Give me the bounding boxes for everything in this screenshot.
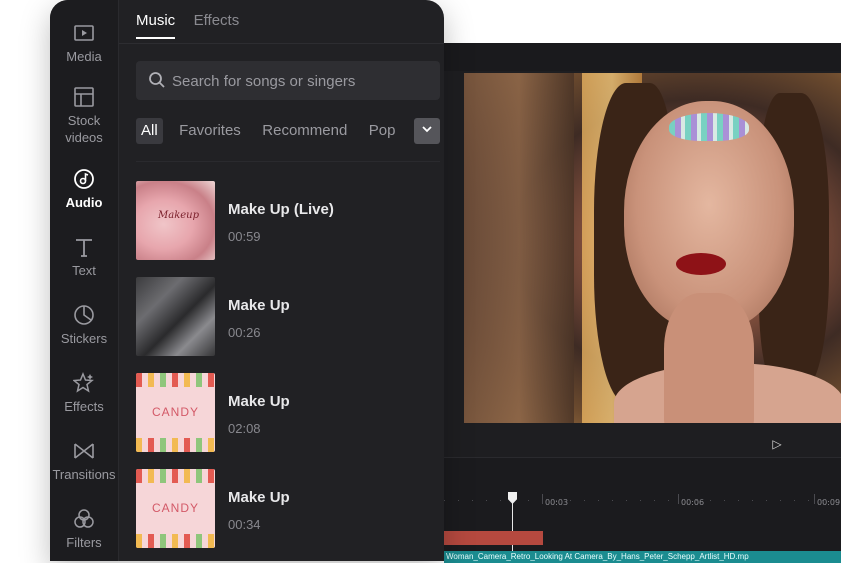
rail-item-stock-videos[interactable]: Stock videos: [50, 86, 118, 146]
preview-window: ▷ 00:03 00:06 00:09 Woman_Camera_Retro_L…: [420, 43, 841, 563]
search-icon: [148, 71, 166, 89]
tick-label: 00:06: [681, 498, 705, 507]
tool-rail: Media Stock videos Audio Text Stickers E…: [50, 0, 119, 561]
rail-item-effects[interactable]: Effects: [50, 372, 118, 415]
audio-panel: Media Stock videos Audio Text Stickers E…: [50, 0, 444, 561]
rail-item-filters[interactable]: Filters: [50, 508, 118, 551]
track-duration: 00:26: [228, 325, 261, 340]
track-duration: 02:08: [228, 421, 261, 436]
audio-icon: [73, 168, 95, 190]
timeline[interactable]: 00:03 00:06 00:09 Woman_Camera_Retro_Loo…: [444, 457, 841, 563]
media-icon: [73, 22, 95, 44]
face-gems: [669, 113, 749, 141]
filter-pop[interactable]: Pop: [364, 118, 401, 144]
track-item[interactable]: CANDY Make Up 02:08: [136, 373, 436, 453]
effects-icon: [72, 372, 95, 394]
transitions-icon: [73, 440, 95, 462]
filters-icon: [73, 508, 95, 530]
rail-item-stickers[interactable]: Stickers: [50, 304, 118, 347]
track-title: Make Up: [228, 393, 290, 410]
track-thumbnail: CANDY: [136, 373, 215, 452]
rail-item-media[interactable]: Media: [50, 22, 118, 65]
search-box[interactable]: [136, 61, 440, 102]
stock-videos-icon: [73, 86, 95, 108]
search-input[interactable]: [170, 61, 436, 102]
text-icon: [73, 236, 95, 258]
rail-item-transitions[interactable]: Transitions: [50, 440, 118, 483]
tick-label: 00:03: [545, 498, 569, 507]
tab-music[interactable]: Music: [136, 12, 176, 39]
track-duration: 00:59: [228, 229, 261, 244]
track-thumbnail: Makeup: [136, 181, 215, 260]
filter-all[interactable]: All: [136, 118, 163, 144]
preview-topbar: [420, 43, 841, 71]
track-title: Make Up (Live): [228, 201, 334, 218]
track-thumbnail: CANDY: [136, 469, 215, 548]
track-thumbnail: [136, 277, 215, 356]
video-clip[interactable]: Woman_Camera_Retro_Looking At Camera_By_…: [444, 551, 841, 563]
chevron-down-icon: [421, 124, 433, 138]
expand-filters-button[interactable]: [414, 118, 440, 144]
track-item[interactable]: CANDY Make Up 00:34: [136, 469, 436, 549]
filter-favorites[interactable]: Favorites: [174, 118, 246, 144]
filter-recommend[interactable]: Recommend: [257, 118, 352, 144]
track-title: Make Up: [228, 297, 290, 314]
audio-clip[interactable]: [444, 531, 543, 545]
genre-filters: All Favorites Recommend Pop F: [136, 118, 442, 146]
track-duration: 00:34: [228, 517, 261, 532]
rail-item-text[interactable]: Text: [50, 236, 118, 279]
audio-content: Music Effects All Favorites Recommend Po…: [119, 0, 444, 561]
audio-tabs: Music Effects: [136, 12, 253, 44]
tab-effects[interactable]: Effects: [194, 12, 240, 37]
rail-item-audio[interactable]: Audio: [50, 168, 118, 211]
tick-label: 00:09: [817, 498, 841, 507]
track-item[interactable]: Make Up 00:26: [136, 277, 436, 357]
video-preview[interactable]: [464, 73, 841, 423]
stickers-icon: [73, 304, 95, 326]
play-icon[interactable]: ▷: [770, 437, 784, 451]
timeline-ruler: 00:03 00:06 00:09: [444, 486, 841, 507]
track-item[interactable]: Makeup Make Up (Live) 00:59: [136, 181, 436, 261]
track-title: Make Up: [228, 489, 290, 506]
